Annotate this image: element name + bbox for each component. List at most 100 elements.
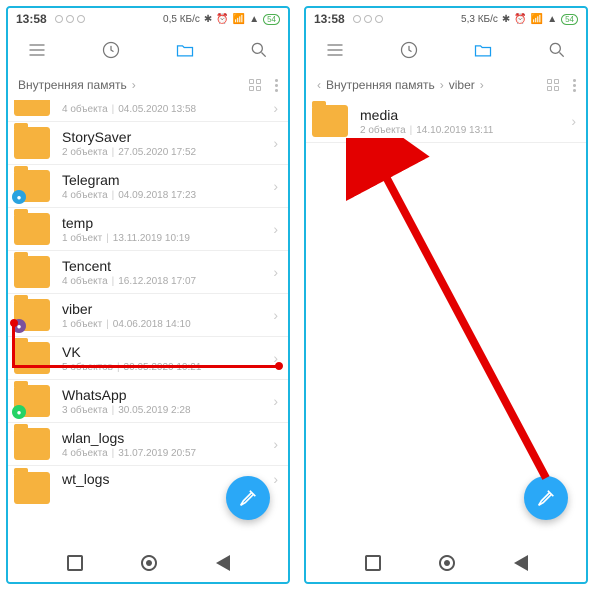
recent-icon[interactable] <box>398 39 420 61</box>
chevron-right-icon: › <box>273 135 278 151</box>
folder-row[interactable]: StorySaver 2 объекта|27.05.2020 17:52› <box>8 122 288 165</box>
folder-row[interactable]: temp 1 объект|13.11.2019 10:19› <box>8 208 288 251</box>
folder-name: Telegram <box>62 172 273 188</box>
phone-right: 13:58 5,3 КБ/с ✱ ⏰ 📶 ▲ 54 ‹ Внутренняя п… <box>304 6 588 584</box>
folder-icon: ● <box>14 385 50 417</box>
breadcrumb-root[interactable]: Внутренняя память <box>326 78 435 92</box>
folder-row[interactable]: 4 объекта|04.05.2020 13:58› <box>8 100 288 122</box>
folder-icon: ● <box>14 170 50 202</box>
folder-meta: 4 объекта|04.09.2018 17:23 <box>62 190 273 201</box>
alarm-icon: ⏰ <box>216 14 228 25</box>
folder-row[interactable]: ● WhatsApp 3 объекта|30.05.2019 2:28› <box>8 380 288 423</box>
signal-icon: ▲ <box>547 14 557 25</box>
folder-row[interactable]: media 2 объекта|14.10.2019 13:11› <box>306 100 586 143</box>
back-button[interactable] <box>514 555 528 571</box>
chevron-right-icon: › <box>273 221 278 237</box>
folder-icon <box>14 127 50 159</box>
clean-fab[interactable] <box>524 476 568 520</box>
folder-meta: 2 объекта|27.05.2020 17:52 <box>62 147 273 158</box>
phone-left: 13:58 0,5 КБ/с ✱ ⏰ 📶 ▲ 54 Внутренняя пам… <box>6 6 290 584</box>
wifi-icon: 📶 <box>531 14 543 25</box>
bluetooth-icon: ✱ <box>502 14 510 25</box>
menu-icon[interactable] <box>26 39 48 61</box>
view-grid-icon[interactable] <box>547 79 559 91</box>
wifi-icon: 📶 <box>233 14 245 25</box>
folder-name: temp <box>62 215 273 231</box>
more-menu-icon[interactable] <box>573 79 576 92</box>
status-notification-dots <box>353 15 383 23</box>
alarm-icon: ⏰ <box>514 14 526 25</box>
home-button[interactable] <box>141 555 157 571</box>
folder-meta: 1 объект|04.06.2018 14:10 <box>62 319 273 330</box>
battery-icon: 54 <box>561 14 578 25</box>
folder-icon <box>14 428 50 460</box>
breadcrumb[interactable]: Внутренняя память › <box>8 70 288 100</box>
folder-name: viber <box>62 301 273 317</box>
clean-fab[interactable] <box>226 476 270 520</box>
tg-badge-icon: ● <box>12 190 26 204</box>
folder-icon <box>14 256 50 288</box>
folder-icon <box>312 105 348 137</box>
status-notification-dots <box>55 15 85 23</box>
chevron-right-icon: › <box>273 178 278 194</box>
more-menu-icon[interactable] <box>275 79 278 92</box>
toolbar <box>8 30 288 70</box>
folder-tab-icon[interactable] <box>472 39 494 61</box>
chevron-right-icon: › <box>131 78 137 92</box>
chevron-right-icon: › <box>479 78 485 92</box>
status-net-speed: 5,3 КБ/с <box>461 14 498 25</box>
folder-icon <box>14 213 50 245</box>
chevron-right-icon: › <box>273 350 278 366</box>
folder-meta: 5 объектов|30.05.2020 10:21 <box>62 362 273 373</box>
folder-row[interactable]: Tencent4 объекта|16.12.2018 17:07› <box>8 251 288 294</box>
bluetooth-icon: ✱ <box>204 14 212 25</box>
view-grid-icon[interactable] <box>249 79 261 91</box>
chevron-right-icon: › <box>571 113 576 129</box>
status-bar: 13:58 0,5 КБ/с ✱ ⏰ 📶 ▲ 54 <box>8 8 288 30</box>
folder-row[interactable]: wlan_logs4 объекта|31.07.2019 20:57› <box>8 423 288 466</box>
status-net-speed: 0,5 КБ/с <box>163 14 200 25</box>
folder-icon <box>14 342 50 374</box>
status-time: 13:58 <box>314 12 345 26</box>
battery-icon: 54 <box>263 14 280 25</box>
chevron-left-icon[interactable]: ‹ <box>316 78 322 92</box>
recent-icon[interactable] <box>100 39 122 61</box>
folder-meta: 4 объекта|04.05.2020 13:58 <box>62 104 273 115</box>
folder-row[interactable]: VK 5 объектов|30.05.2020 10:21› <box>8 337 288 380</box>
chevron-right-icon: › <box>273 471 278 487</box>
viber-badge-icon: ● <box>12 319 26 333</box>
folder-row[interactable]: ● viber 1 объект|04.06.2018 14:10› <box>8 294 288 337</box>
android-nav-bar <box>8 544 288 582</box>
folder-row[interactable]: ● Telegram 4 объекта|04.09.2018 17:23› <box>8 165 288 208</box>
folder-meta: 4 объекта|16.12.2018 17:07 <box>62 276 273 287</box>
folder-name: StorySaver <box>62 129 273 145</box>
android-nav-bar <box>306 544 586 582</box>
home-button[interactable] <box>439 555 455 571</box>
folder-icon <box>14 100 50 116</box>
signal-icon: ▲ <box>249 14 259 25</box>
folder-name: wlan_logs <box>62 430 273 446</box>
wa-badge-icon: ● <box>12 405 26 419</box>
folder-meta: 1 объект|13.11.2019 10:19 <box>62 233 273 244</box>
toolbar <box>306 30 586 70</box>
folder-tab-icon[interactable] <box>174 39 196 61</box>
folder-meta: 3 объекта|30.05.2019 2:28 <box>62 405 273 416</box>
chevron-right-icon: › <box>273 100 278 116</box>
chevron-right-icon: › <box>273 436 278 452</box>
breadcrumb-sub[interactable]: viber <box>449 78 475 92</box>
chevron-right-icon: › <box>273 393 278 409</box>
recents-button[interactable] <box>67 555 83 571</box>
status-time: 13:58 <box>16 12 47 26</box>
back-button[interactable] <box>216 555 230 571</box>
chevron-right-icon: › <box>273 307 278 323</box>
search-icon[interactable] <box>546 39 568 61</box>
folder-name: WhatsApp <box>62 387 273 403</box>
breadcrumb[interactable]: ‹ Внутренняя память › viber › <box>306 70 586 100</box>
breadcrumb-root[interactable]: Внутренняя память <box>18 78 127 92</box>
folder-name: VK <box>62 344 273 360</box>
folder-name: media <box>360 107 571 123</box>
search-icon[interactable] <box>248 39 270 61</box>
folder-meta: 2 объекта|14.10.2019 13:11 <box>360 125 571 136</box>
menu-icon[interactable] <box>324 39 346 61</box>
recents-button[interactable] <box>365 555 381 571</box>
